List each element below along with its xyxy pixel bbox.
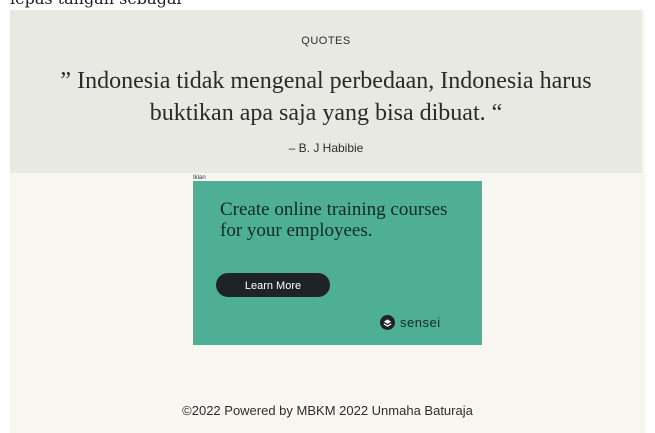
advertisement-banner[interactable]: Create online training courses for your … [193, 181, 482, 345]
top-text-fragment-label: lepas tangan sebagai [10, 0, 181, 8]
learn-more-button[interactable]: Learn More [216, 273, 330, 297]
top-text-fragment: lepas tangan sebagai [0, 0, 655, 10]
ad-brand-name: sensei [400, 314, 441, 330]
sensei-logo-icon [380, 314, 395, 330]
quote-author: – B. J Habibie [288, 141, 364, 155]
ad-fineprint: ····· [475, 340, 480, 344]
quote-text: ” Indonesia tidak mengenal perbedaan, In… [60, 68, 592, 126]
footer-copyright: ©2022 Powered by MBKM 2022 Unmaha Batura… [182, 403, 473, 418]
right-margin [645, 0, 655, 433]
quotes-title: QUOTES [301, 35, 351, 47]
quotes-section: QUOTES ” Indonesia tidak mengenal perbed… [10, 10, 642, 173]
ad-brand: sensei [380, 314, 441, 330]
ad-headline: Create online training courses for your … [220, 199, 448, 241]
left-margin [0, 0, 10, 433]
